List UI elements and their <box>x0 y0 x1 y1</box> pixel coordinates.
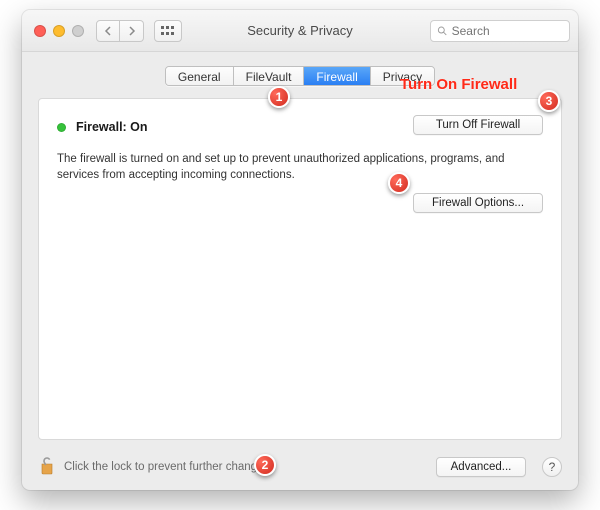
search-field[interactable] <box>430 20 570 42</box>
chevron-right-icon <box>128 26 136 36</box>
lock-icon[interactable] <box>38 455 56 480</box>
annotation-callout-4: 4 <box>388 172 410 194</box>
annotation-callout-3: 3 <box>538 90 560 112</box>
zoom-icon <box>72 25 84 37</box>
titlebar: Security & Privacy <box>22 10 578 52</box>
advanced-button[interactable]: Advanced... <box>436 457 526 477</box>
minimize-icon[interactable] <box>53 25 65 37</box>
firewall-panel: Firewall: On Turn Off Firewall The firew… <box>38 98 562 440</box>
tab-firewall[interactable]: Firewall <box>304 67 370 85</box>
tab-general[interactable]: General <box>166 67 234 85</box>
turn-off-firewall-button[interactable]: Turn Off Firewall <box>413 115 543 135</box>
help-button[interactable]: ? <box>542 457 562 477</box>
search-input[interactable] <box>452 24 563 38</box>
annotation-turn-on-text: Turn On Firewall <box>400 76 517 93</box>
footer: Click the lock to prevent further change… <box>22 450 578 490</box>
status-indicator-icon <box>57 123 66 132</box>
grid-icon <box>161 26 175 36</box>
show-all-button[interactable] <box>154 20 182 42</box>
forward-button[interactable] <box>120 20 144 42</box>
annotation-callout-1: 1 <box>268 86 290 108</box>
firewall-status-label: Firewall: On <box>76 120 148 134</box>
search-icon <box>437 25 448 37</box>
close-icon[interactable] <box>34 25 46 37</box>
annotation-callout-2: 2 <box>254 454 276 476</box>
firewall-description: The firewall is turned on and set up to … <box>57 151 517 183</box>
chevron-left-icon <box>104 26 112 36</box>
lock-hint-text: Click the lock to prevent further change… <box>64 461 428 473</box>
firewall-options-button[interactable]: Firewall Options... <box>413 193 543 213</box>
tab-filevault[interactable]: FileVault <box>234 67 305 85</box>
segmented-control: General FileVault Firewall Privacy <box>165 66 435 86</box>
traffic-lights <box>34 25 84 37</box>
nav-group <box>96 20 144 42</box>
back-button[interactable] <box>96 20 120 42</box>
